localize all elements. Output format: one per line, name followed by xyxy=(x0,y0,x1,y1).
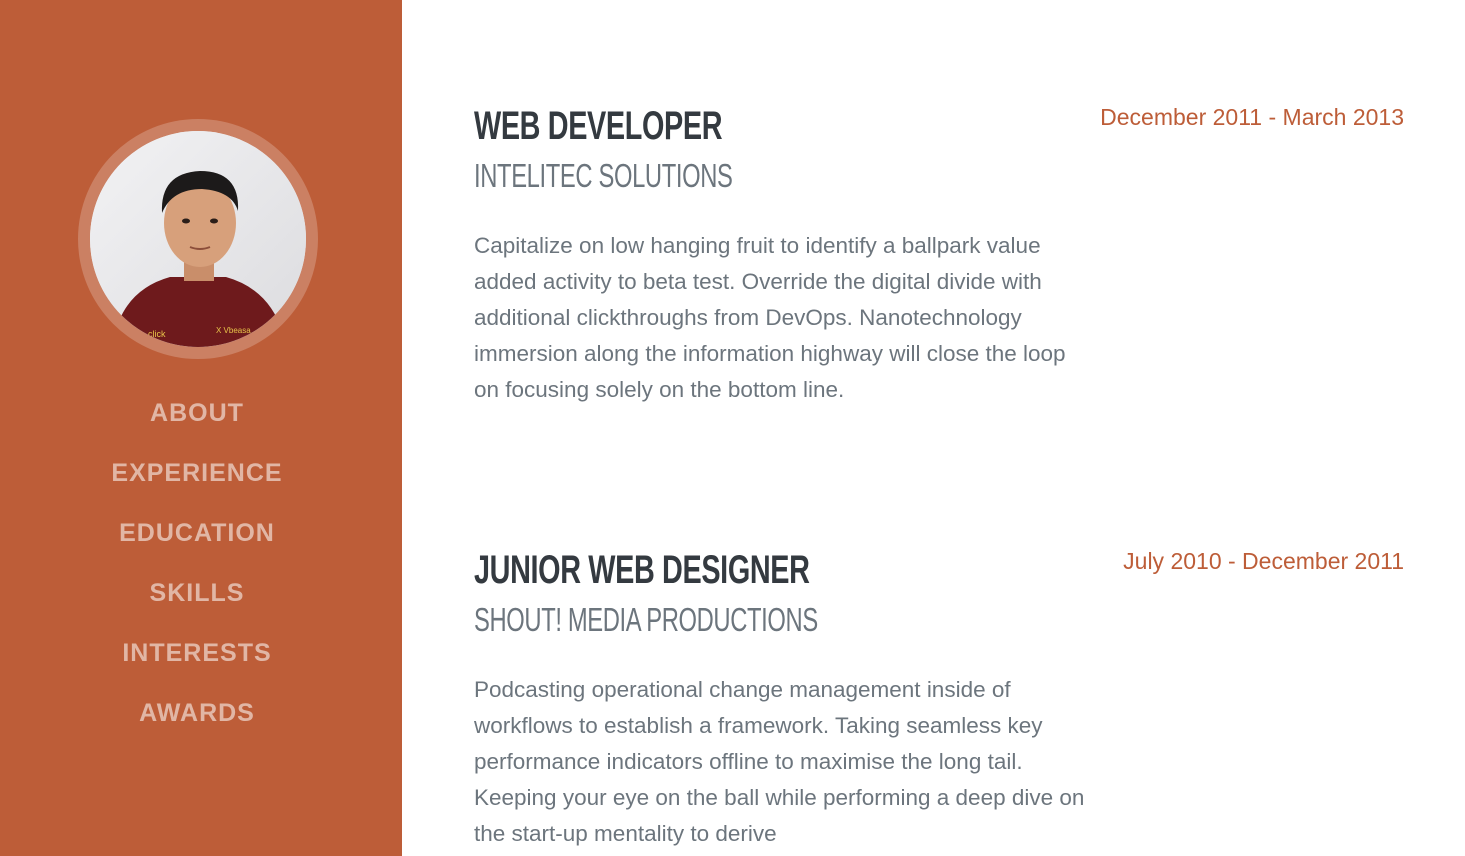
profile-photo-icon: click X Vbeasa xyxy=(90,131,306,347)
nav-item-awards: AWARDS xyxy=(0,683,394,743)
svg-text:click: click xyxy=(148,329,166,339)
svg-text:X Vbeasa: X Vbeasa xyxy=(216,326,251,335)
job-date: December 2011 - March 2013 xyxy=(1100,104,1404,130)
job-company: INTELITEC SOLUTIONS xyxy=(474,157,733,194)
profile-avatar-ring: click X Vbeasa xyxy=(78,119,318,359)
experience-item: JUNIOR WEB DESIGNER SHOUT! MEDIA PRODUCT… xyxy=(474,548,1404,852)
nav-link-awards[interactable]: AWARDS xyxy=(139,699,255,728)
job-company: SHOUT! MEDIA PRODUCTIONS xyxy=(474,601,818,638)
experience-section: WEB DEVELOPER INTELITEC SOLUTIONS Decemb… xyxy=(402,0,1465,856)
job-title: JUNIOR WEB DESIGNER xyxy=(474,548,810,592)
nav-link-about[interactable]: ABOUT xyxy=(150,399,244,428)
nav-item-interests: INTERESTS xyxy=(0,623,394,683)
nav-link-interests[interactable]: INTERESTS xyxy=(122,639,271,668)
nav-item-skills: SKILLS xyxy=(0,563,394,623)
nav-link-experience[interactable]: EXPERIENCE xyxy=(111,459,282,488)
sidebar: click X Vbeasa ABOUT EXPERIENCE EDUCATIO… xyxy=(0,0,402,856)
experience-item: WEB DEVELOPER INTELITEC SOLUTIONS Decemb… xyxy=(474,104,1404,408)
job-date: July 2010 - December 2011 xyxy=(1123,548,1404,574)
sidebar-nav: ABOUT EXPERIENCE EDUCATION SKILLS INTERE… xyxy=(0,383,394,743)
nav-item-education: EDUCATION xyxy=(0,503,394,563)
nav-link-skills[interactable]: SKILLS xyxy=(150,579,245,608)
job-description: Podcasting operational change management… xyxy=(474,677,1085,846)
nav-link-education[interactable]: EDUCATION xyxy=(119,519,275,548)
nav-item-experience: EXPERIENCE xyxy=(0,443,394,503)
nav-item-about: ABOUT xyxy=(0,383,394,443)
job-title: WEB DEVELOPER xyxy=(474,104,723,148)
job-description: Capitalize on low hanging fruit to ident… xyxy=(474,233,1066,402)
profile-avatar: click X Vbeasa xyxy=(90,131,306,347)
